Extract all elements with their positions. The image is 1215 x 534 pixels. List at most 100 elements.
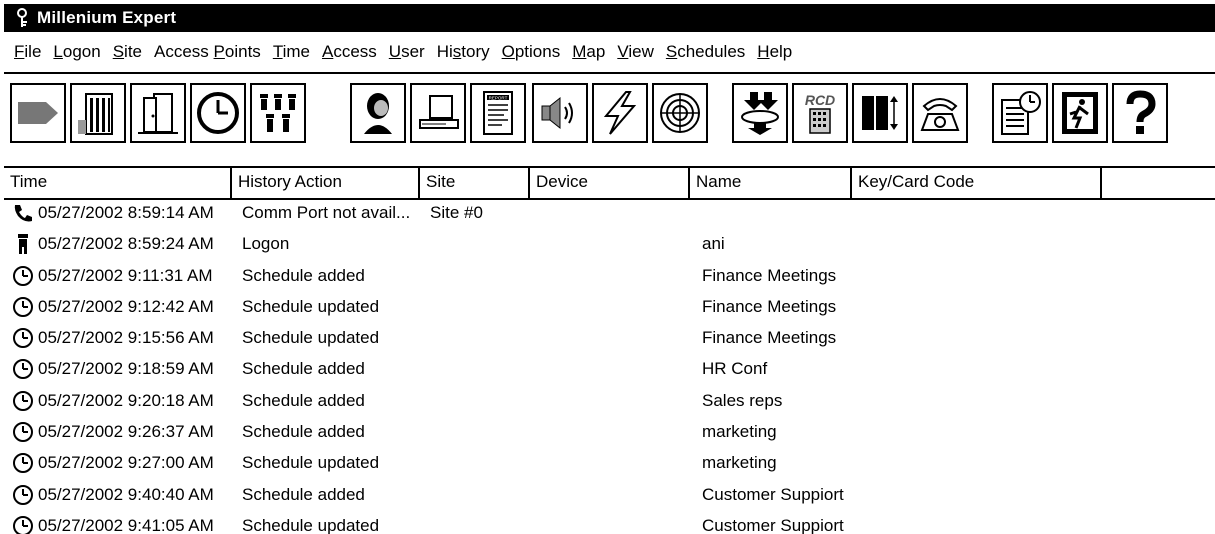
menu-item[interactable]: Map — [572, 42, 605, 62]
table-row[interactable]: 05/27/2002 8:59:14 AM Comm Port not avail… — [4, 198, 1215, 229]
svg-text:REPORT: REPORT — [489, 96, 508, 101]
table-row[interactable]: 05/27/2002 9:27:00 AM Schedule updated mar… — [4, 448, 1215, 479]
phone-icon — [920, 98, 960, 131]
title-bar[interactable]: Millenium Expert — [4, 4, 1215, 32]
cell-time: 05/27/2002 9:15:56 AM — [38, 328, 214, 348]
sites-button[interactable] — [10, 83, 66, 143]
menu-item[interactable]: Help — [757, 42, 792, 62]
clock-icon — [12, 452, 34, 474]
download-button[interactable] — [732, 83, 788, 143]
user-profile-button[interactable] — [350, 83, 406, 143]
column-header-history-action[interactable]: History Action — [232, 168, 420, 198]
menu-item[interactable]: Schedules — [666, 42, 745, 62]
lightning-button[interactable] — [592, 83, 648, 143]
cell-name: ani — [702, 234, 725, 254]
clock-icon — [12, 421, 34, 443]
building-button[interactable] — [70, 83, 126, 143]
computer-button[interactable] — [410, 83, 466, 143]
menu-item[interactable]: Site — [113, 42, 142, 62]
cell-time: 05/27/2002 9:20:18 AM — [38, 390, 214, 410]
menu-item-label: ccess — [333, 42, 377, 61]
menu-item-accelerator: F — [14, 42, 25, 61]
menu-item-accelerator: M — [572, 42, 587, 61]
menu-item[interactable]: Options — [502, 42, 561, 62]
clock-icon — [12, 484, 34, 506]
menu-item-accelerator: P — [213, 42, 225, 61]
rcd-icon: RCD — [805, 92, 835, 134]
column-header-name[interactable]: Name — [690, 168, 852, 198]
cell-history-action: Schedule added — [242, 484, 365, 504]
speaker-icon — [541, 96, 573, 130]
cell-name: Sales reps — [702, 390, 783, 410]
menu-item-label-prefix: Access — [154, 42, 214, 61]
cell-history-action: Schedule added — [242, 359, 365, 379]
cell-name: Customer Suppiort — [702, 484, 844, 504]
clock-button[interactable] — [190, 83, 246, 143]
exit-button[interactable] — [1052, 83, 1108, 143]
clock-icon — [197, 92, 239, 134]
menu-item-label: ile — [24, 42, 42, 61]
menu-item-label: chedules — [677, 42, 746, 61]
cell-name: marketing — [702, 453, 777, 473]
menu-item[interactable]: User — [389, 42, 425, 62]
cell-time: 05/27/2002 9:12:42 AM — [38, 296, 214, 316]
menu-item[interactable]: Access — [322, 42, 377, 62]
report-icon: REPORT — [483, 91, 513, 135]
menu-item-label: ser — [401, 42, 425, 61]
menu-item-accelerator: L — [53, 42, 63, 61]
panel-button[interactable] — [852, 83, 908, 143]
cell-history-action: Schedule added — [242, 265, 365, 285]
users-button[interactable] — [250, 83, 306, 143]
table-row[interactable]: 05/27/2002 9:26:37 AM Schedule added marke… — [4, 417, 1215, 448]
menu-item-accelerator: U — [388, 42, 402, 61]
column-header-device[interactable]: Device — [530, 168, 690, 198]
clock-icon — [12, 296, 34, 318]
cell-time: 05/27/2002 8:59:14 AM — [38, 203, 214, 222]
menu-item-label: tory — [461, 42, 490, 61]
menu-item-accelerator: A — [321, 42, 334, 61]
phone-icon — [12, 202, 34, 224]
schedule-list-icon — [1001, 91, 1041, 135]
column-header-site[interactable]: Site — [420, 168, 530, 198]
menu-item[interactable]: Logon — [53, 42, 100, 62]
table-row[interactable]: 05/27/2002 9:18:59 AM Schedule added HR Co… — [4, 354, 1215, 385]
clock-icon — [12, 515, 34, 534]
rcd-button[interactable]: RCD — [792, 83, 848, 143]
menu-item[interactable]: View — [617, 42, 654, 62]
toolbar: REPORT RCD — [4, 74, 1215, 158]
menu-item-label: iew — [628, 42, 654, 61]
cell-time: 05/27/2002 9:11:31 AM — [38, 265, 213, 285]
table-row[interactable]: 05/27/2002 9:15:56 AM Schedule updated Fin… — [4, 323, 1215, 354]
cell-history-action: Schedule updated — [242, 515, 380, 534]
cell-name: Finance Meetings — [702, 296, 837, 316]
cell-site: Site #0 — [430, 203, 483, 222]
exit-icon — [1062, 92, 1098, 134]
cell-history-action: Schedule updated — [242, 296, 380, 316]
menu-item[interactable]: Time — [273, 42, 310, 62]
column-header-time[interactable]: Time — [4, 168, 232, 198]
table-row[interactable]: 05/27/2002 9:41:05 AM Schedule updated Cus… — [4, 511, 1215, 534]
table-row[interactable]: 05/27/2002 9:40:40 AM Schedule added Custo… — [4, 480, 1215, 511]
schedule-list-button[interactable] — [992, 83, 1048, 143]
cell-history-action: Comm Port not avail... — [242, 203, 411, 222]
table-row[interactable]: 05/27/2002 9:12:42 AM Schedule updated Fin… — [4, 292, 1215, 323]
lightning-icon — [603, 91, 637, 135]
help-button[interactable] — [1112, 83, 1168, 143]
table-row[interactable]: 05/27/2002 9:11:31 AM Schedule added Finan… — [4, 261, 1215, 292]
column-header-key-card-code[interactable]: Key/Card Code — [852, 168, 1102, 198]
menu-item[interactable]: History — [437, 42, 490, 62]
menu-item-label: ime — [282, 42, 310, 61]
report-button[interactable]: REPORT — [470, 83, 526, 143]
cell-time: 05/27/2002 9:27:00 AM — [38, 453, 214, 473]
speaker-button[interactable] — [532, 83, 588, 143]
door-button[interactable] — [130, 83, 186, 143]
cell-name: marketing — [702, 422, 777, 442]
table-row[interactable]: 05/27/2002 9:20:18 AM Schedule added Sales… — [4, 386, 1215, 417]
window-title: Millenium Expert — [37, 8, 177, 27]
target-button[interactable] — [652, 83, 708, 143]
menu-item[interactable]: File — [14, 42, 41, 62]
table-row[interactable]: 05/27/2002 8:59:24 AM Logon ani — [4, 229, 1215, 260]
phone-button[interactable] — [912, 83, 968, 143]
menu-item[interactable]: Access Points — [154, 42, 261, 62]
menu-item-accelerator: T — [272, 42, 283, 61]
